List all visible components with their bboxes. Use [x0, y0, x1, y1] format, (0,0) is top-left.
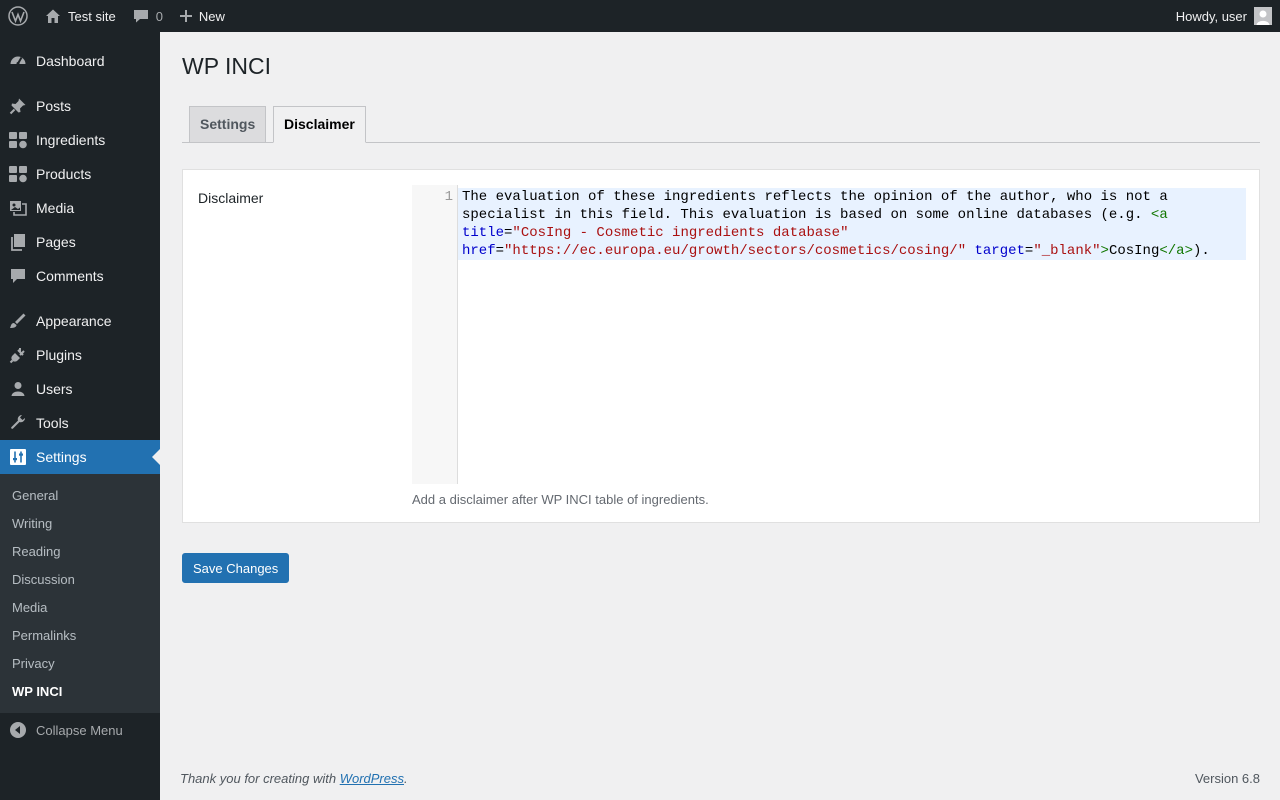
pages-icon	[8, 232, 28, 252]
comment-bubble-icon	[132, 7, 150, 25]
settings-icon	[8, 447, 28, 467]
user-icon	[8, 379, 28, 399]
account-menu[interactable]: Howdy, user	[1168, 0, 1280, 32]
sidebar-item-label: Pages	[36, 234, 76, 250]
code-attr-title: title	[462, 225, 505, 241]
sidebar-item-label: Dashboard	[36, 53, 105, 69]
disclaimer-code-editor[interactable]: 1 The evaluation of these ingredients re…	[412, 185, 1246, 484]
sidebar-item-label: Users	[36, 381, 73, 397]
footer-thanks: Thank you for creating with WordPress.	[180, 771, 408, 786]
site-name-link[interactable]: Test site	[36, 0, 124, 32]
greeting: Howdy, user	[1175, 8, 1247, 24]
sidebar-item-label: Settings	[36, 449, 87, 465]
grid-icon	[8, 164, 28, 184]
sidebar-item-label: Comments	[36, 268, 104, 284]
sidebar-item-tools[interactable]: Tools	[0, 406, 160, 440]
sidebar-item-dashboard[interactable]: Dashboard	[0, 44, 160, 78]
comments-link[interactable]: 0	[124, 0, 171, 32]
sidebar-item-products[interactable]: Products	[0, 157, 160, 191]
code-tag-open: <a	[1150, 207, 1168, 223]
sidebar-item-appearance[interactable]: Appearance	[0, 304, 160, 338]
submenu-item-discussion[interactable]: Discussion	[0, 565, 160, 593]
settings-panel: Disclaimer 1 The evaluation of these ing…	[182, 169, 1260, 523]
admin-bar: Test site 0 New Howdy, user	[0, 0, 1280, 32]
nav-tabs: Settings Disclaimer	[182, 105, 1260, 143]
sidebar-item-label: Appearance	[36, 313, 112, 329]
wrench-icon	[8, 413, 28, 433]
code-link-text: CosIng	[1108, 243, 1160, 259]
field-description: Add a disclaimer after WP INCI table of …	[412, 492, 709, 507]
collapse-menu-button[interactable]: Collapse Menu	[0, 713, 160, 747]
sidebar-item-label: Products	[36, 166, 92, 182]
code-content[interactable]: The evaluation of these ingredients refl…	[462, 188, 1242, 260]
code-text-end: ).	[1192, 243, 1210, 259]
sidebar-item-users[interactable]: Users	[0, 372, 160, 406]
code-string-target: "_blank"	[1033, 243, 1101, 259]
code-string-href: "https://ec.europa.eu/growth/sectors/cos…	[504, 243, 967, 259]
version-text: Version 6.8	[1194, 771, 1260, 786]
sidebar-item-label: Media	[36, 200, 75, 216]
submenu-item-privacy[interactable]: Privacy	[0, 649, 160, 677]
submenu-item-media[interactable]: Media	[0, 593, 160, 621]
sidebar-item-pages[interactable]: Pages	[0, 225, 160, 259]
new-content-link[interactable]: New	[171, 0, 233, 32]
submenu-item-wp-inci[interactable]: WP INCI	[0, 677, 160, 705]
line-number: 1	[444, 189, 453, 205]
code-text: The evaluation of these ingredients refl…	[462, 189, 1168, 223]
main-content: WP INCI Settings Disclaimer Disclaimer 1…	[182, 32, 1260, 583]
disclaimer-label: Disclaimer	[198, 190, 264, 206]
code-tag-gt: >	[1100, 243, 1109, 259]
plus-icon	[179, 9, 193, 23]
comment-icon	[8, 266, 28, 286]
sidebar-item-settings[interactable]: Settings	[0, 440, 160, 474]
code-string-title: "CosIng - Cosmetic ingredients database"	[512, 225, 849, 241]
sidebar-item-plugins[interactable]: Plugins	[0, 338, 160, 372]
sidebar-item-label: Posts	[36, 98, 72, 114]
grid-icon	[8, 130, 28, 150]
pushpin-icon	[8, 96, 28, 116]
code-attr-href: href	[462, 243, 496, 259]
wordpress-link[interactable]: WordPress	[340, 771, 404, 786]
dashboard-icon	[8, 51, 28, 71]
code-tag-close: </a>	[1159, 243, 1193, 259]
site-name: Test site	[68, 8, 116, 24]
submenu-item-reading[interactable]: Reading	[0, 537, 160, 565]
tab-settings[interactable]: Settings	[189, 105, 267, 143]
sidebar-item-comments[interactable]: Comments	[0, 259, 160, 293]
sidebar-item-label: Tools	[36, 415, 69, 431]
sidebar-item-media[interactable]: Media	[0, 191, 160, 225]
home-icon	[44, 7, 62, 25]
thanks-prefix: Thank you for creating with	[180, 771, 340, 786]
submenu-item-permalinks[interactable]: Permalinks	[0, 621, 160, 649]
line-gutter: 1	[412, 185, 458, 484]
code-attr-target: target	[974, 243, 1025, 259]
wordpress-logo-icon[interactable]	[0, 0, 36, 32]
media-icon	[8, 198, 28, 218]
comments-count: 0	[155, 8, 163, 24]
plug-icon	[8, 345, 28, 365]
page-title: WP INCI	[182, 53, 272, 79]
new-label: New	[198, 8, 225, 24]
code-eq: =	[495, 243, 505, 259]
sidebar-item-label: Ingredients	[36, 132, 106, 148]
sidebar-item-ingredients[interactable]: Ingredients	[0, 123, 160, 157]
admin-sidebar: Dashboard Posts Ingredients Products Med…	[0, 32, 160, 800]
tab-disclaimer[interactable]: Disclaimer	[273, 105, 366, 143]
footer: Thank you for creating with WordPress. V…	[180, 771, 1260, 786]
save-changes-button[interactable]: Save Changes	[182, 553, 290, 583]
thanks-suffix: .	[404, 771, 408, 786]
collapse-arrow-icon	[8, 720, 28, 740]
collapse-label: Collapse Menu	[36, 722, 123, 738]
submenu-item-writing[interactable]: Writing	[0, 509, 160, 537]
brush-icon	[8, 311, 28, 331]
settings-submenu: General Writing Reading Discussion Media…	[0, 474, 160, 713]
sidebar-item-label: Plugins	[36, 347, 82, 363]
avatar	[1254, 7, 1272, 25]
sidebar-item-posts[interactable]: Posts	[0, 89, 160, 123]
submenu-item-general[interactable]: General	[0, 481, 160, 509]
